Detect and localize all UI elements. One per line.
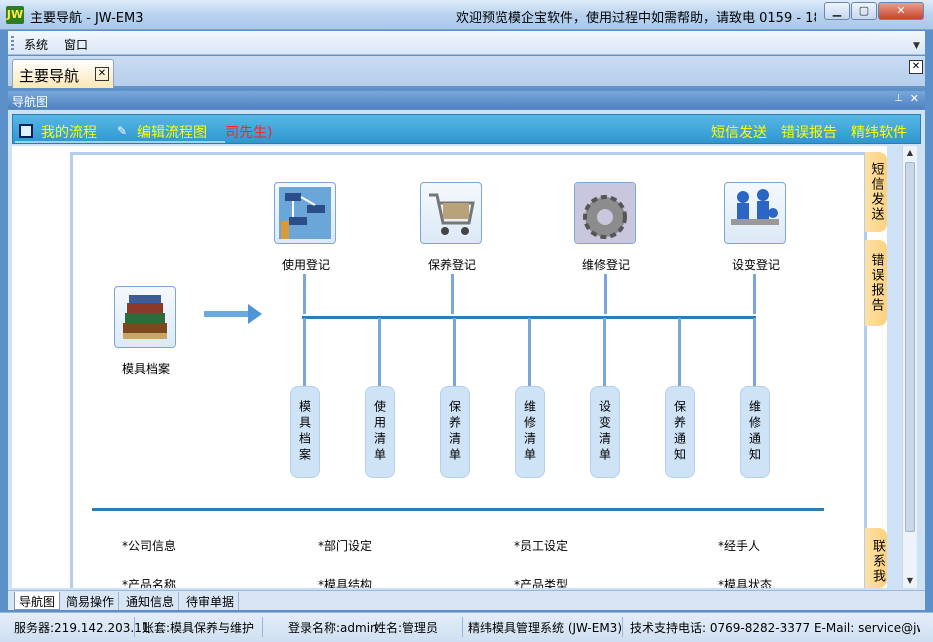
divider: [15, 141, 225, 143]
meeting-people-icon: [724, 182, 786, 244]
chevron-down-icon[interactable]: ▼: [913, 41, 923, 53]
node-label: 设变登记: [731, 258, 780, 272]
flowchart-icon: [274, 182, 336, 244]
status-server: 服务器:219.142.203.11: [14, 621, 150, 635]
pill-change-list[interactable]: 设变清单: [590, 386, 620, 478]
scroll-up-icon[interactable]: ▲: [903, 146, 917, 160]
gear-icon: [574, 182, 636, 244]
edit-flow-link[interactable]: 编辑流程图: [137, 122, 207, 142]
tab-navigation-map[interactable]: 导航图: [14, 592, 61, 610]
maximize-button[interactable]: ▢: [851, 2, 877, 20]
divider: [462, 617, 463, 637]
node-label: 保养登记: [427, 258, 476, 272]
link-product-name[interactable]: *产品名称: [122, 576, 176, 588]
tab-notifications[interactable]: 通知信息: [122, 592, 180, 610]
menu-bar: 系统 窗口 ▼: [8, 31, 925, 55]
cart-icon: [420, 182, 482, 244]
pin-icon[interactable]: ⊥: [894, 93, 903, 104]
minimize-button[interactable]: ▁: [824, 2, 850, 20]
arrow-right-icon: [204, 304, 262, 324]
status-account: 账套:模具保养与维护: [142, 621, 255, 635]
connector: [604, 274, 607, 314]
node-label: 使用登记: [281, 258, 330, 272]
edit-icon: ✎: [117, 124, 128, 138]
connector: [378, 318, 381, 386]
connector: [303, 318, 306, 386]
scroll-thumb[interactable]: [905, 162, 915, 532]
my-flow-link[interactable]: 我的流程: [41, 122, 97, 142]
app-logo-icon: JW: [6, 6, 24, 24]
status-system: 精纬模具管理系统 (JW-EM3): [468, 621, 622, 635]
pill-maintain-notice[interactable]: 保养通知: [665, 386, 695, 478]
close-document-icon[interactable]: ✕: [909, 60, 923, 74]
menu-system[interactable]: 系统: [24, 36, 48, 53]
pill-mold-archive[interactable]: 模具档案: [290, 386, 320, 478]
pill-repair-notice[interactable]: 维修通知: [740, 386, 770, 478]
menu-grip-icon[interactable]: [11, 36, 14, 50]
pill-repair-list[interactable]: 维修清单: [515, 386, 545, 478]
divider: [262, 617, 263, 637]
pill-maintain-list[interactable]: 保养清单: [440, 386, 470, 478]
panel-header: 导航图 ⊥ ✕: [8, 91, 925, 109]
books-icon: [114, 286, 176, 348]
flow-canvas: 模具档案 使用登记 保养登记 维修登记 设变登记 模具档案 使用清单 保养清单 …: [12, 146, 887, 588]
contact-text: 司先生): [225, 125, 273, 141]
tab-label: 主要导航: [19, 67, 80, 85]
jingwei-link[interactable]: 精纬软件: [851, 122, 907, 142]
link-employee[interactable]: *员工设定: [514, 537, 568, 554]
separator-line: [92, 508, 824, 511]
bottom-tabs: 导航图 简易操作 通知信息 待审单据: [8, 590, 925, 610]
workspace: 我的流程 ✎ 编辑流程图 司先生) 短信发送 错误报告 精纬软件 模具档案 使用…: [8, 110, 925, 590]
link-handler[interactable]: *经手人: [718, 537, 760, 554]
tab-pending-documents[interactable]: 待审单据: [182, 592, 240, 610]
pill-use-list[interactable]: 使用清单: [365, 386, 395, 478]
link-mold-structure[interactable]: *模具结构: [318, 576, 372, 588]
connector: [451, 274, 454, 314]
connector: [753, 318, 756, 386]
error-report-link[interactable]: 错误报告: [781, 122, 837, 142]
tab-main-navigation[interactable]: 主要导航 ✕: [12, 59, 114, 88]
title-bar: JW 主要导航 - JW-EM3 欢迎预览模企宝软件，使用过程中如需帮助，请致电…: [0, 0, 933, 30]
link-bar: 我的流程 ✎ 编辑流程图 司先生) 短信发送 错误报告 精纬软件: [12, 114, 921, 144]
window-title: 主要导航 - JW-EM3: [30, 11, 144, 26]
side-tab-contact[interactable]: 联系我: [865, 528, 887, 588]
status-bar: 服务器:219.142.203.11 账套:模具保养与维护 登录名称:admin…: [0, 612, 933, 642]
status-support: 技术支持电话: 0769-8282-3377 E-Mail: service@j…: [630, 621, 920, 635]
welcome-message: 欢迎预览模企宝软件，使用过程中如需帮助，请致电 0159 - 1838...: [456, 11, 816, 26]
node-label: 模具档案: [121, 362, 170, 376]
panel-title: 导航图: [12, 95, 49, 109]
link-company-info[interactable]: *公司信息: [122, 537, 176, 554]
node-label: 维修登记: [581, 258, 630, 272]
close-icon[interactable]: ✕: [95, 67, 109, 81]
link-department[interactable]: *部门设定: [318, 537, 372, 554]
panel-close-icon[interactable]: ✕: [910, 92, 919, 105]
divider: [134, 617, 135, 637]
sms-link[interactable]: 短信发送: [711, 122, 767, 142]
link-mold-status[interactable]: *模具状态: [718, 576, 772, 588]
side-tab-error-report[interactable]: 错误报告: [865, 240, 887, 326]
connector: [678, 318, 681, 386]
menu-window[interactable]: 窗口: [64, 36, 88, 53]
link-product-type[interactable]: *产品类型: [514, 576, 568, 588]
divider: [622, 617, 623, 637]
connector: [753, 274, 756, 314]
connector: [528, 318, 531, 386]
side-tab-sms[interactable]: 短信发送: [865, 152, 887, 232]
connector: [303, 274, 306, 314]
document-tabstrip: 主要导航 ✕ ✕: [8, 56, 925, 88]
vertical-scrollbar[interactable]: ▲ ▼: [902, 146, 917, 588]
flow-icon: [19, 124, 33, 138]
status-login: 登录名称:admin: [288, 621, 378, 635]
status-name: 姓名:管理员: [374, 621, 439, 635]
connector: [453, 318, 456, 386]
connector: [603, 318, 606, 386]
tab-simple-operation[interactable]: 简易操作: [62, 592, 120, 610]
scroll-down-icon[interactable]: ▼: [903, 574, 917, 588]
close-window-button[interactable]: ✕: [878, 2, 924, 20]
